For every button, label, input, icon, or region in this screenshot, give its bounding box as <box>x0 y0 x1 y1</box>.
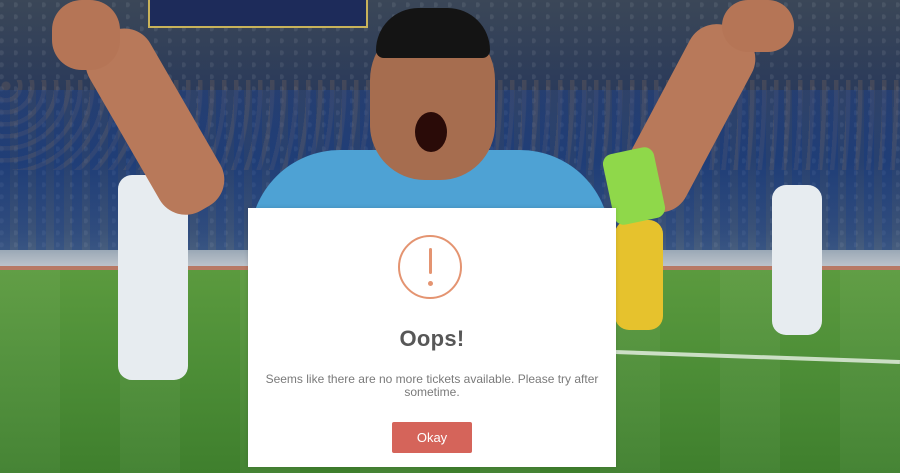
player-fist-left <box>52 0 120 70</box>
alert-dialog: Oops! Seems like there are no more ticke… <box>248 208 616 467</box>
background-player <box>615 220 663 330</box>
exclamation-dot <box>428 281 433 286</box>
player-mouth <box>415 112 447 152</box>
dialog-message: Seems like there are no more tickets ava… <box>265 372 599 399</box>
player-hair <box>376 8 490 58</box>
dialog-title: Oops! <box>399 326 465 351</box>
stadium-banner <box>148 0 368 28</box>
background-player <box>772 185 822 335</box>
exclamation-circle-icon <box>398 235 462 299</box>
exclamation-bar <box>429 248 432 274</box>
okay-button[interactable]: Okay <box>392 422 472 453</box>
player-fist-right <box>722 0 794 52</box>
